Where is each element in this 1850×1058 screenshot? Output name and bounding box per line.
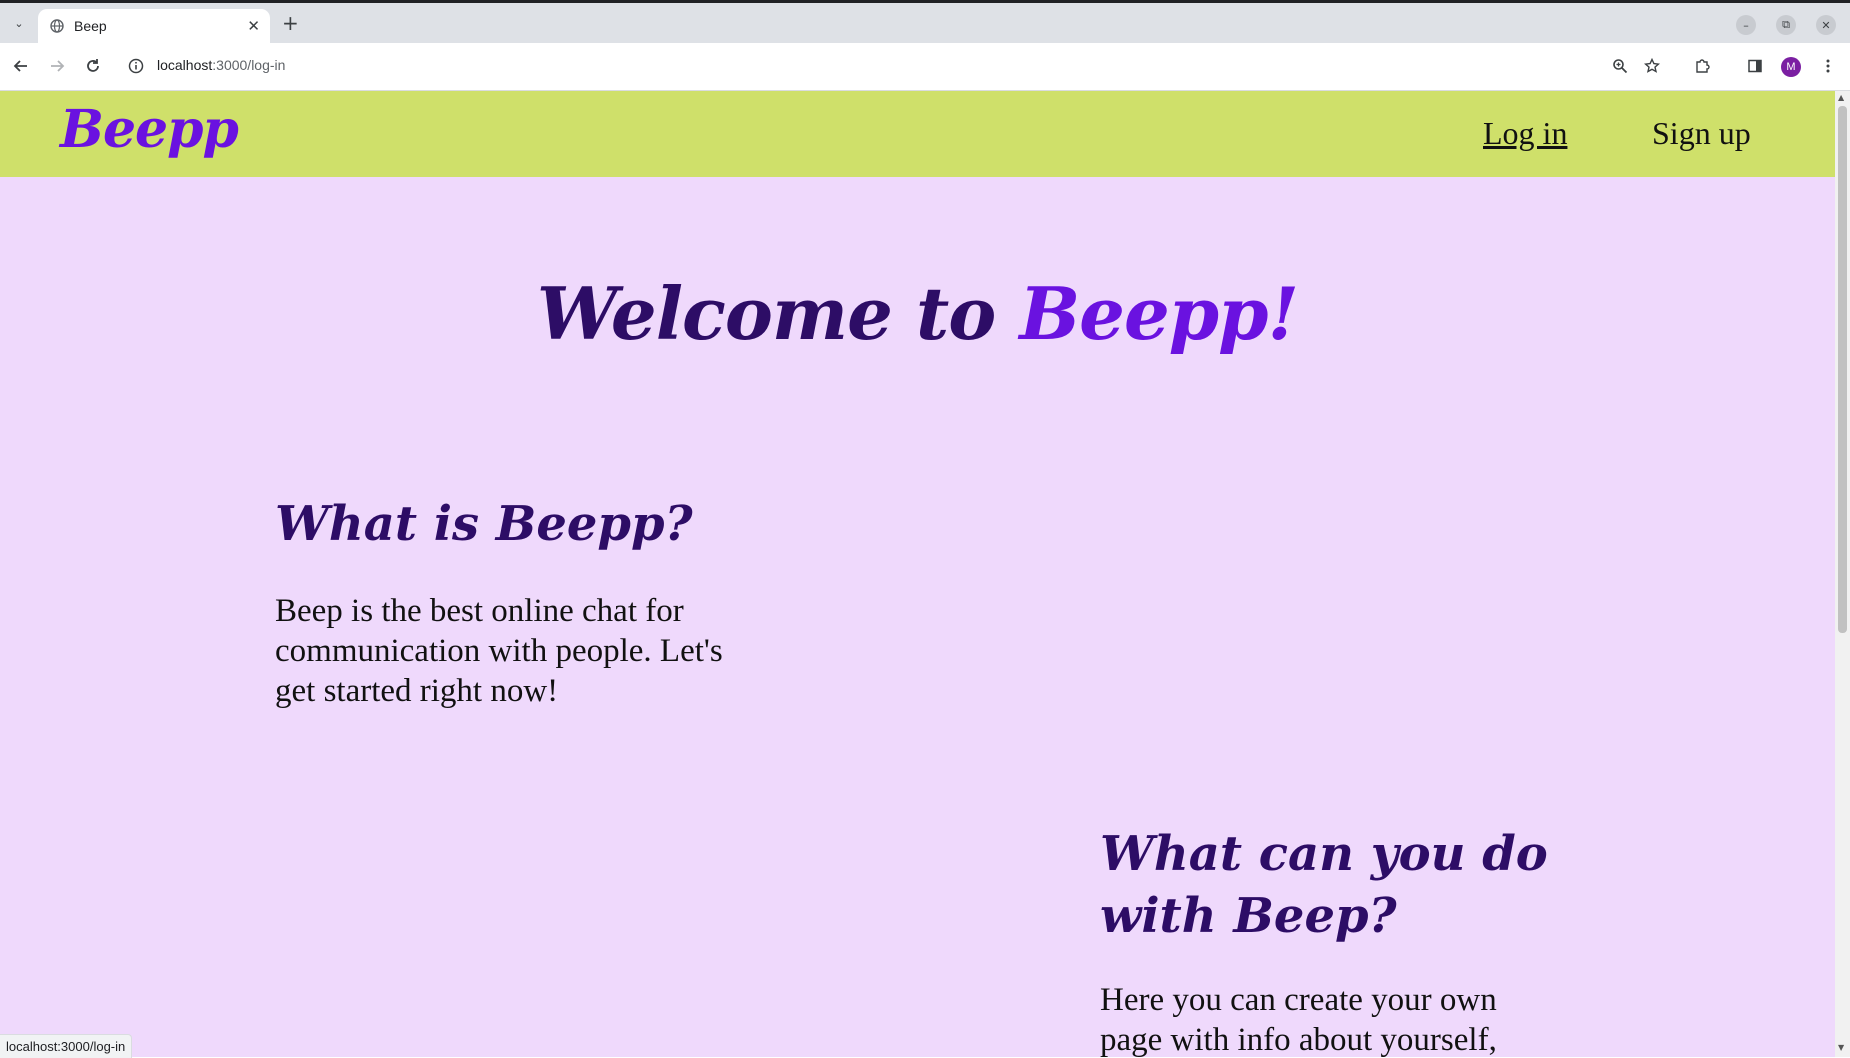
site-header: Beepp Log in Sign up (0, 91, 1835, 177)
section-what-is-title: What is Beepp? (275, 496, 693, 552)
status-url-bubble: localhost:3000/log-in (0, 1034, 133, 1058)
minimize-button[interactable]: – (1736, 15, 1756, 35)
close-window-button[interactable]: ✕ (1816, 15, 1836, 35)
star-icon (1644, 58, 1660, 73)
chevron-down-icon: ⌄ (14, 16, 24, 30)
scroll-down-icon[interactable]: ▼ (1838, 1043, 1844, 1052)
menu-button[interactable] (1817, 55, 1839, 77)
address-bar[interactable]: localhost:3000/log-in (157, 57, 285, 73)
zoom-icon (1613, 59, 1628, 74)
page-viewport: Beepp Log in Sign up Welcome to Beepp! W… (0, 91, 1835, 1057)
zoom-button[interactable] (1609, 55, 1631, 77)
section-what-is-text: Beep is the best online chat for communi… (275, 593, 723, 709)
tab-strip: ⌄ Beep ✕ + – ⧉ ✕ (0, 3, 1850, 43)
page-scrollbar[interactable]: ▲ ▼ (1835, 91, 1850, 1057)
hero-brand: Beepp (1019, 271, 1268, 356)
scroll-up-icon[interactable]: ▲ (1838, 93, 1844, 102)
extensions-button[interactable] (1691, 55, 1713, 77)
reload-button[interactable] (82, 55, 104, 77)
side-panel-button[interactable] (1744, 55, 1766, 77)
url-host: localhost (157, 57, 213, 73)
restore-icon: ⧉ (1782, 18, 1790, 31)
site-info-icon[interactable] (128, 58, 144, 74)
hero-title: Welcome to Beepp! (0, 271, 1835, 356)
new-tab-button[interactable]: + (282, 13, 299, 33)
browser-tab[interactable]: Beep ✕ (38, 9, 270, 43)
site-logo[interactable]: Beepp (60, 99, 239, 160)
arrow-left-icon (13, 60, 27, 72)
close-icon[interactable]: ✕ (247, 17, 260, 35)
profile-avatar[interactable]: M (1781, 57, 1801, 77)
reload-icon (87, 59, 99, 72)
browser-toolbar: localhost:3000/log-in M (0, 43, 1850, 91)
minimize-icon: – (1743, 18, 1749, 32)
login-link[interactable]: Log in (1483, 115, 1567, 152)
puzzle-icon (1696, 59, 1710, 73)
scrollbar-thumb[interactable] (1838, 106, 1847, 633)
url-path: :3000/log-in (212, 57, 286, 73)
hero-suffix: ! (1267, 271, 1299, 356)
globe-icon (50, 19, 64, 33)
restore-button[interactable]: ⧉ (1776, 15, 1796, 35)
bookmark-button[interactable] (1641, 55, 1663, 77)
back-button[interactable] (10, 55, 32, 77)
plus-icon: + (282, 11, 299, 35)
section-what-can-text: Here you can create your own page with i… (1100, 982, 1497, 1057)
arrow-right-icon (51, 60, 65, 72)
section-what-can-title: What can you do with Beep? (1100, 826, 1548, 944)
close-icon: ✕ (1821, 18, 1831, 32)
side-panel-icon (1748, 59, 1762, 73)
tab-title: Beep (74, 18, 107, 34)
forward-button[interactable] (46, 55, 68, 77)
signup-link[interactable]: Sign up (1652, 115, 1751, 152)
kebab-menu-icon (1826, 59, 1830, 73)
tab-search-button[interactable]: ⌄ (8, 12, 30, 34)
hero-prefix: Welcome to (536, 271, 1020, 356)
